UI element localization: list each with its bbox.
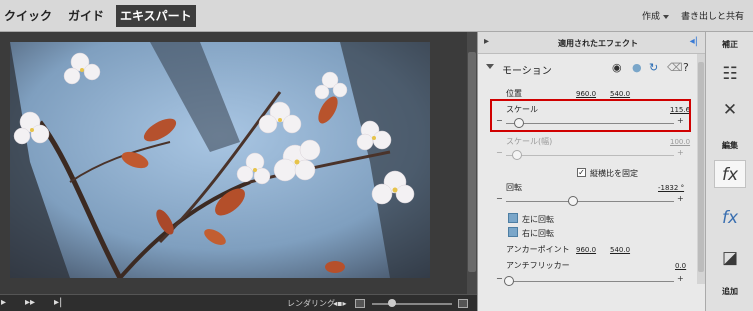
effect-name: モーション bbox=[502, 66, 552, 77]
zoom-in-icon[interactable] bbox=[458, 299, 468, 308]
edit-label: 編集 bbox=[722, 141, 738, 150]
plus-icon: + bbox=[677, 148, 684, 157]
create-menu[interactable]: 作成 bbox=[642, 9, 670, 22]
effect-row-motion[interactable]: モーション ◉ ● ↻ ⌫ ? bbox=[482, 60, 698, 80]
create-label: 作成 bbox=[642, 12, 661, 22]
rotation-label: 回転 bbox=[506, 183, 522, 192]
adjustments-icon[interactable]: ☷ bbox=[714, 60, 746, 88]
applied-effects-icon[interactable]: fx bbox=[714, 160, 746, 188]
rotate-right-icon[interactable] bbox=[508, 227, 518, 237]
antiflicker-slider-track[interactable] bbox=[506, 281, 674, 282]
top-bar: クイック ガイド エキスパート 作成 書き出しと共有 bbox=[0, 0, 753, 32]
panel-scroll-thumb[interactable] bbox=[698, 62, 704, 272]
antiflicker-slider-knob[interactable] bbox=[504, 276, 514, 286]
tools-icon[interactable]: ✕ bbox=[714, 96, 746, 124]
scale-width-slider-track bbox=[506, 155, 674, 156]
export-share-menu[interactable]: 書き出しと共有 bbox=[681, 9, 744, 22]
panel-title: 適用されたエフェクト bbox=[558, 39, 638, 48]
preview-monitor bbox=[0, 32, 477, 294]
drop-icon[interactable]: ● bbox=[632, 61, 642, 74]
keep-ratio-label: 縦横比を固定 bbox=[590, 169, 638, 178]
anchor-x-value[interactable]: 960.0 bbox=[576, 246, 596, 254]
zoom-slider-track[interactable] bbox=[372, 303, 452, 305]
rotate-right-button[interactable]: 右に回転 bbox=[522, 228, 554, 239]
keep-ratio-checkbox[interactable]: ✓ bbox=[577, 168, 586, 177]
plus-icon[interactable]: + bbox=[677, 274, 684, 283]
scale-width-slider-knob bbox=[512, 150, 523, 160]
zoom-out-icon[interactable] bbox=[355, 299, 365, 308]
play-icon[interactable]: ▸ bbox=[1, 297, 6, 309]
checkmark-icon: ✓ bbox=[578, 168, 585, 177]
render-button[interactable]: レンダリング bbox=[287, 298, 335, 309]
scale-width-label: スケール(幅) bbox=[506, 137, 553, 146]
zoom-slider-knob[interactable] bbox=[388, 299, 396, 307]
disclosure-triangle-icon[interactable] bbox=[486, 64, 494, 69]
help-icon[interactable]: ? bbox=[683, 61, 689, 74]
minus-icon: − bbox=[496, 148, 503, 157]
panel-menu-icon[interactable]: ◂| bbox=[690, 36, 698, 47]
tab-quick[interactable]: クイック bbox=[0, 5, 56, 27]
transport-bar: ▸ ▸▸ ▸| レンダリング ◂▪▸ bbox=[0, 294, 477, 311]
transitions-icon[interactable]: ◪ bbox=[714, 244, 746, 272]
minus-icon[interactable]: − bbox=[496, 194, 503, 203]
next-frame-icon[interactable]: ▸▸ bbox=[25, 297, 35, 309]
rotate-left-button[interactable]: 左に回転 bbox=[522, 214, 554, 225]
rotation-value[interactable]: -1832 ° bbox=[658, 184, 684, 192]
position-label: 位置 bbox=[506, 89, 522, 98]
right-toolbar: 補正 ☷ ✕ 編集 fx fx ◪ 追加 bbox=[705, 32, 753, 311]
effects-icon[interactable]: fx bbox=[714, 204, 746, 232]
tab-guided[interactable]: ガイド bbox=[64, 5, 108, 27]
scale-width-value: 100.0 bbox=[670, 138, 691, 146]
anchor-y-value[interactable]: 540.0 bbox=[610, 246, 630, 254]
plus-icon[interactable]: + bbox=[677, 194, 684, 203]
chevron-down-icon bbox=[663, 14, 670, 19]
trash-icon[interactable]: ⌫ bbox=[667, 61, 683, 74]
anchor-label: アンカーポイント bbox=[506, 245, 570, 254]
preview-scroll-thumb[interactable] bbox=[468, 52, 476, 272]
minus-icon[interactable]: − bbox=[496, 274, 503, 283]
position-y-value[interactable]: 540.0 bbox=[610, 90, 630, 98]
cherry-blossom-image bbox=[10, 42, 430, 278]
add-label: 追加 bbox=[722, 287, 738, 296]
applied-effects-panel: ▸ 適用されたエフェクト ◂| モーション ◉ ● ↻ ⌫ ? 位置 960.0… bbox=[477, 32, 706, 311]
adjust-label: 補正 bbox=[722, 40, 738, 49]
scale-highlight-box bbox=[490, 99, 691, 132]
reset-icon[interactable]: ↻ bbox=[649, 61, 658, 74]
position-x-value[interactable]: 960.0 bbox=[576, 90, 596, 98]
rotate-left-icon[interactable] bbox=[508, 213, 518, 223]
rotation-slider-knob[interactable] bbox=[567, 196, 578, 206]
antiflicker-label: アンチフリッカー bbox=[506, 261, 570, 270]
goto-end-icon[interactable]: ▸| bbox=[54, 297, 62, 309]
collapse-panel-icon[interactable]: ▸ bbox=[484, 36, 489, 47]
view-mode-icon[interactable]: ◂▪▸ bbox=[333, 298, 346, 310]
panel-header: ▸ 適用されたエフェクト ◂| bbox=[478, 32, 706, 54]
antiflicker-value[interactable]: 0.0 bbox=[675, 262, 686, 270]
rotation-slider-track[interactable] bbox=[506, 201, 674, 202]
preview-scrollbar[interactable] bbox=[467, 32, 477, 294]
visibility-eye-icon[interactable]: ◉ bbox=[612, 61, 622, 74]
tab-expert[interactable]: エキスパート bbox=[116, 5, 196, 27]
preview-image bbox=[10, 42, 430, 278]
panel-scrollbar[interactable] bbox=[697, 54, 705, 284]
